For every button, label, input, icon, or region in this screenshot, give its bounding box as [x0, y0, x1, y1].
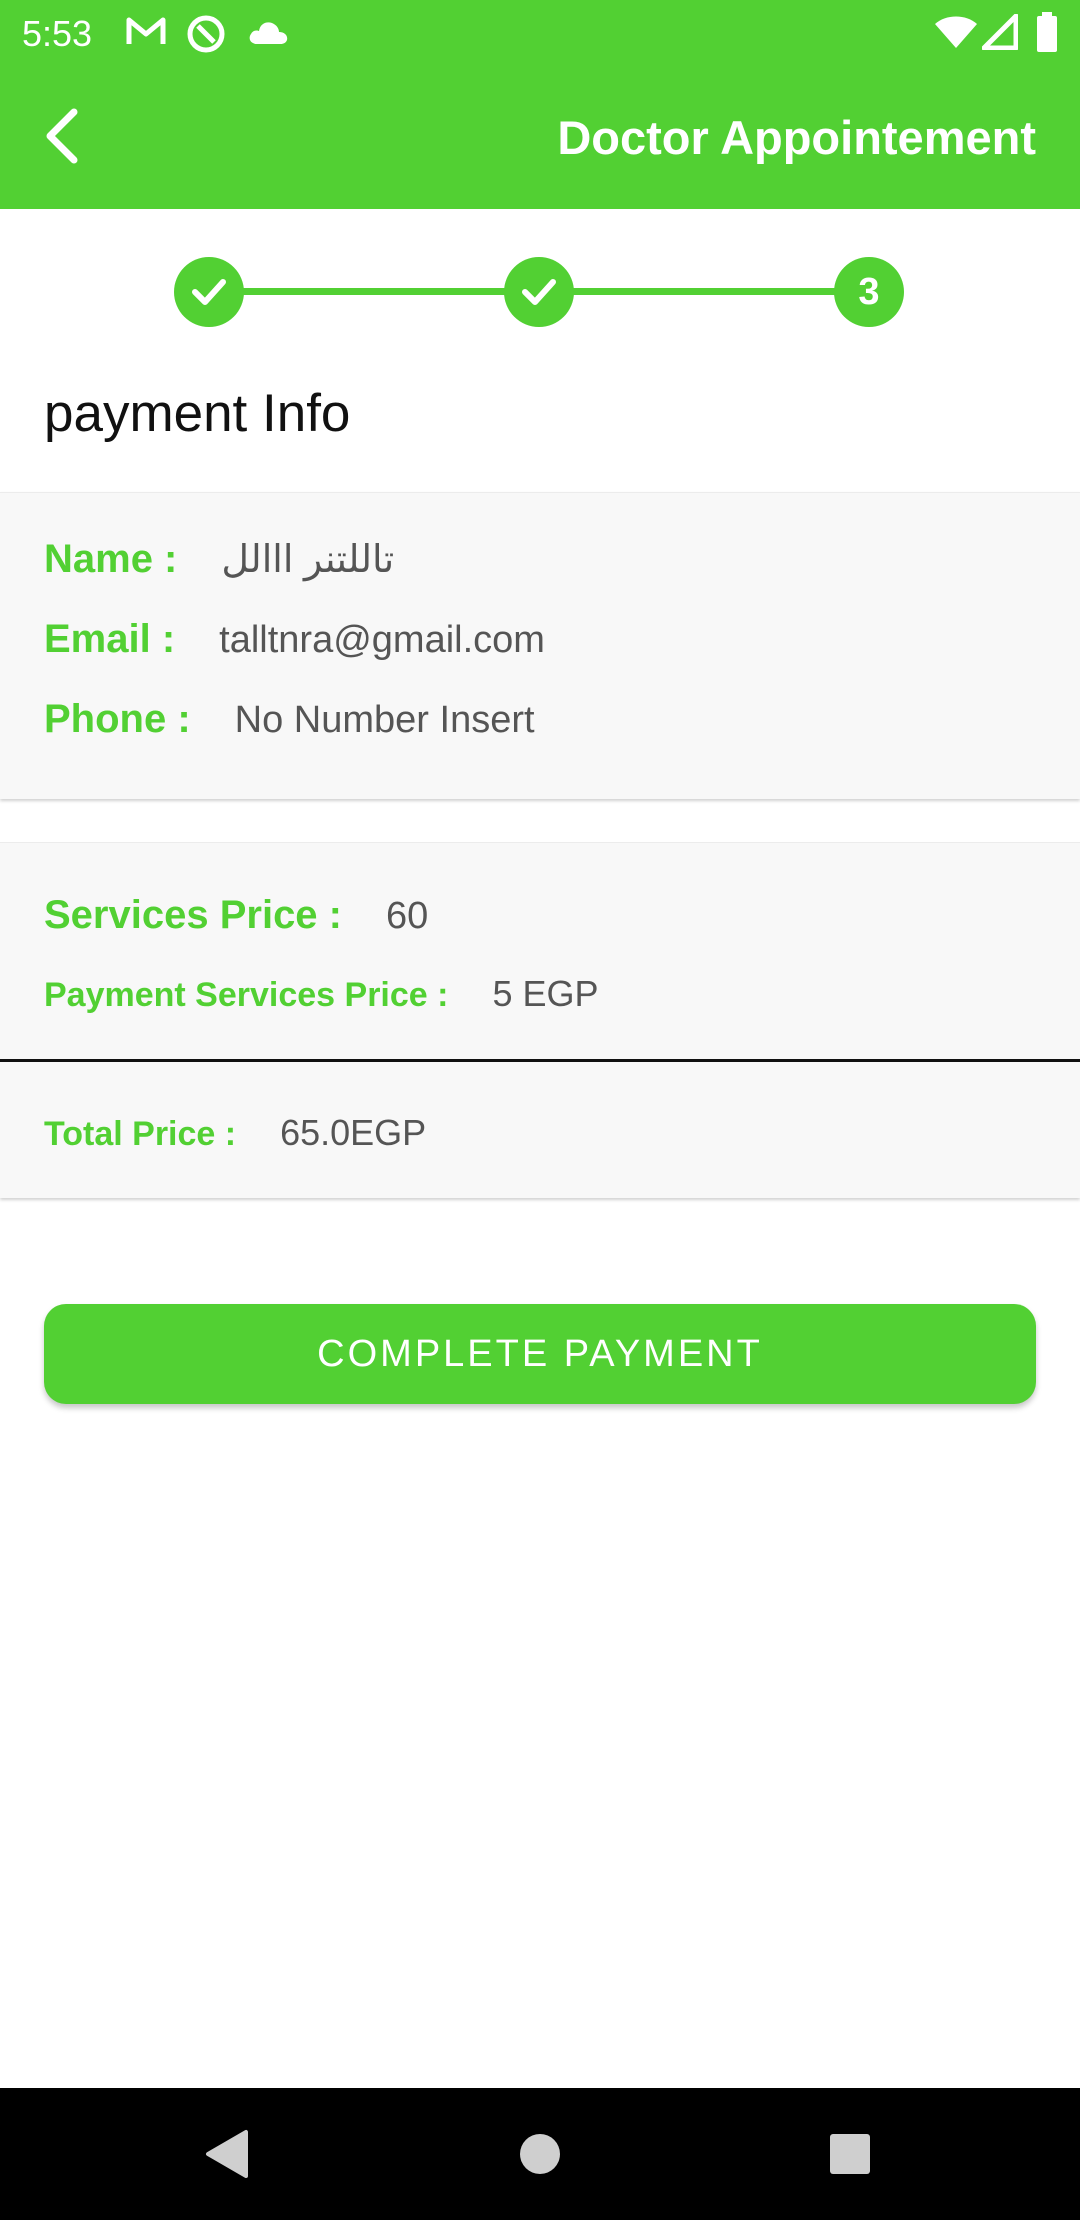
- step-1: [174, 257, 244, 327]
- services-price-value: 60: [386, 895, 429, 937]
- app-bar: Doctor Appointement: [0, 68, 1080, 209]
- step-connector-1: [208, 288, 508, 295]
- services-price-row: Services Price : 60: [44, 893, 428, 938]
- payment-services-price-value: 5 EGP: [492, 973, 599, 1014]
- email-label: Email :: [44, 617, 176, 661]
- pricing-card: Services Price : 60 Payment Services Pri…: [0, 842, 1080, 1061]
- cloud-icon: [249, 22, 288, 44]
- back-button[interactable]: [26, 100, 98, 172]
- at-sign-icon: [187, 15, 225, 53]
- triangle-back-icon[interactable]: [204, 2129, 250, 2179]
- square-recents-icon[interactable]: [829, 2133, 871, 2175]
- wifi-icon: [935, 16, 977, 48]
- check-icon: [192, 279, 226, 305]
- name-row: Name : تاللتنر ااالل: [44, 537, 394, 582]
- total-price-value: 65.0EGP: [280, 1112, 427, 1153]
- step-3-label: 3: [858, 270, 880, 313]
- check-icon: [522, 279, 556, 305]
- page-title: Doctor Appointement: [557, 111, 1036, 164]
- status-time: 5:53: [22, 13, 93, 54]
- signal-icon: [982, 14, 1018, 50]
- total-price-row: Total Price : 65.0EGP: [44, 1112, 426, 1154]
- payment-services-price-row: Payment Services Price : 5 EGP: [44, 973, 599, 1015]
- total-card: Total Price : 65.0EGP: [0, 1062, 1080, 1198]
- chevron-left-icon: [46, 108, 78, 164]
- phone-value: No Number Insert: [234, 699, 535, 741]
- name-label: Name :: [44, 537, 178, 581]
- system-nav-bar: [0, 2088, 1080, 2220]
- step-2: [504, 257, 574, 327]
- section-title: payment Info: [44, 384, 351, 443]
- phone-label: Phone :: [44, 697, 191, 741]
- name-value: تاللتنر ااالل: [221, 539, 395, 581]
- status-bar: 5:53: [0, 0, 1080, 68]
- phone-row: Phone : No Number Insert: [44, 697, 535, 742]
- battery-icon: [1037, 12, 1057, 52]
- gmail-icon: [126, 17, 166, 44]
- step-3: 3: [834, 257, 904, 327]
- complete-payment-button[interactable]: COMPLETE PAYMENT: [44, 1304, 1036, 1404]
- step-connector-2: [572, 288, 872, 295]
- user-info-card: Name : تاللتنر ااالل Email : talltnra@gm…: [0, 492, 1080, 799]
- total-price-label: Total Price :: [44, 1115, 237, 1153]
- circle-home-icon[interactable]: [518, 2132, 562, 2176]
- email-row: Email : talltnra@gmail.com: [44, 617, 545, 662]
- payment-services-price-label: Payment Services Price :: [44, 976, 449, 1014]
- services-price-label: Services Price :: [44, 893, 342, 937]
- email-value: talltnra@gmail.com: [219, 619, 545, 661]
